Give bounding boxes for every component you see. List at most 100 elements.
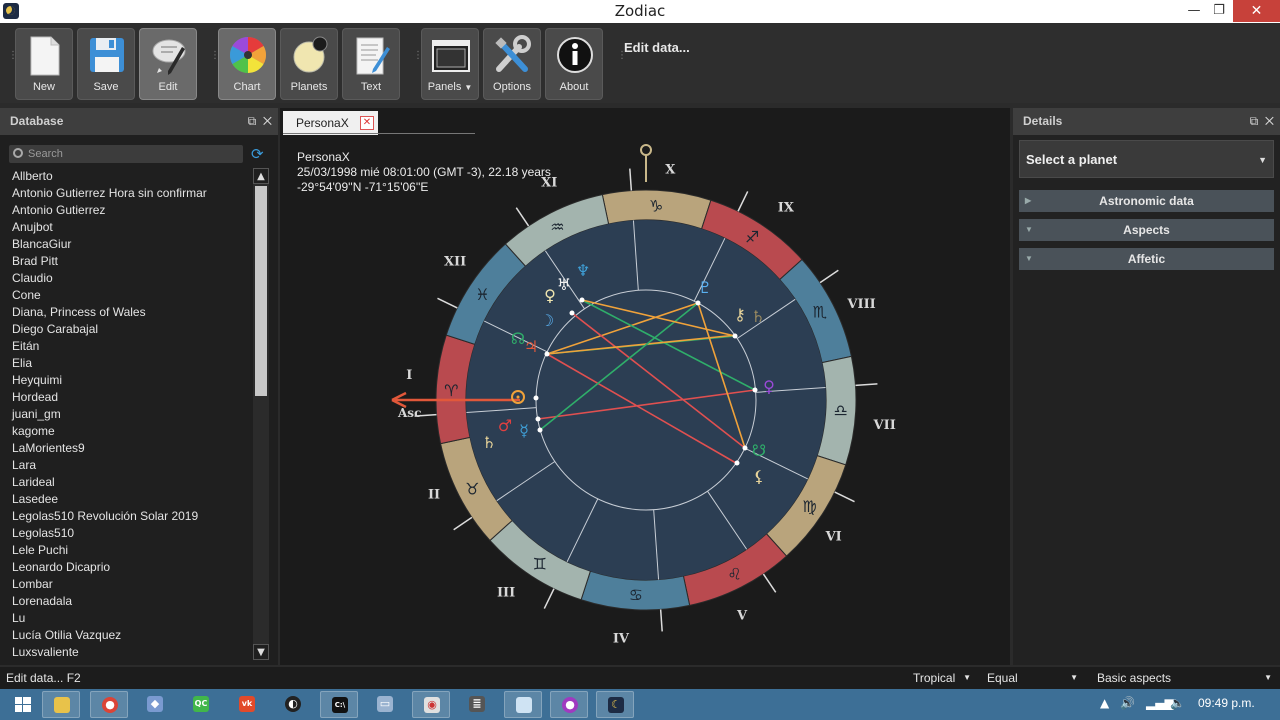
scrollbar-thumb[interactable] [255,186,267,396]
list-item[interactable]: kagome [0,423,252,440]
zodiac-type-select[interactable]: Tropical ▼ [905,667,977,689]
collapse-arrow-icon: ▼ [1025,254,1033,263]
diamond-app-icon: ◆ [147,696,163,712]
taskbar-notepad[interactable] [504,691,542,718]
mercury-icon: ☿ [519,421,529,440]
list-item[interactable]: Claudio [0,270,252,287]
list-item[interactable]: Diego Carabajal [0,321,252,338]
taskbar-app-diamond[interactable]: ◆ [136,691,174,718]
list-item[interactable]: BlancaGiur [0,236,252,253]
section-aspects[interactable]: ▼ Aspects [1019,219,1274,241]
pallas-icon: ♀ [763,377,775,396]
list-item[interactable]: Eitán [0,338,252,355]
section-astronomic-data[interactable]: ▶ Astronomic data [1019,190,1274,212]
scroll-up-arrow-icon[interactable]: ▲ [253,168,269,184]
moon-icon: ☽ [540,311,554,330]
list-item[interactable]: Lara [0,457,252,474]
taskbar-vk[interactable]: vk [228,691,266,718]
list-item[interactable]: Legolas510 Revolución Solar 2019 [0,508,252,525]
collapse-arrow-icon: ▼ [1025,225,1033,234]
planet-point [569,310,575,316]
panels-button[interactable]: Panels ▼ [421,28,479,100]
planet-select-dropdown[interactable]: Select a planet ▼ [1019,140,1274,178]
refresh-icon[interactable]: ⟳ [251,146,267,162]
taskbar-clock[interactable]: 09:49 p.m. [1198,696,1255,710]
about-button[interactable]: About [545,28,603,100]
list-item[interactable]: Elia [0,355,252,372]
taskbar-console[interactable]: C:\ [320,691,358,718]
new-button[interactable]: New [15,28,73,100]
list-item[interactable]: Lasedee [0,491,252,508]
list-item[interactable]: Diana, Princess of Wales [0,304,252,321]
taskbar-database[interactable]: ≣ [458,691,496,718]
planets-button[interactable]: Planets [280,28,338,100]
section-affetic[interactable]: ▼ Affetic [1019,248,1274,270]
house-system-select[interactable]: Equal ▼ [979,667,1084,689]
taskbar-app-ball[interactable]: ◐ [274,691,312,718]
float-panel-icon[interactable]: ⧉ [248,114,257,128]
options-button[interactable]: Options [483,28,541,100]
close-button[interactable]: ✕ [1233,0,1280,22]
zodiac-sign-icon: ♉ [465,480,479,499]
taskbar-app-purple[interactable]: ● [550,691,588,718]
list-item[interactable]: LaMorientes9 [0,440,252,457]
list-item[interactable]: Lombar [0,576,252,593]
list-item[interactable]: Lorenadala [0,593,252,610]
taskbar-zodiac[interactable]: ☾ [596,691,634,718]
toolbar-grip[interactable]: ⋮ [8,51,18,73]
list-item[interactable]: Antonio Gutierrez [0,202,252,219]
taskbar-app-zodiac-edit[interactable]: ◉ [412,691,450,718]
list-item[interactable]: Allberto [0,168,252,185]
list-item[interactable]: Lele Puchi [0,542,252,559]
status-text: Edit data... F2 [6,671,81,685]
panels-window-icon [432,40,470,72]
zodiac-sign-icon: ♑ [649,196,663,215]
zodiac-sign-icon: ♓ [475,285,489,304]
taskbar-remote[interactable]: ▭ [366,691,404,718]
taskbar-chrome[interactable]: ● [90,691,128,718]
list-item[interactable]: Luxsvaliente [0,644,252,661]
edit-button[interactable]: Edit [139,28,197,100]
toolbar-grip[interactable]: ⋮ [413,51,423,73]
chart-button[interactable]: Chart [218,28,276,100]
house-cusp-tick [515,207,530,227]
close-panel-icon[interactable]: ✕ [1265,114,1274,128]
list-item[interactable]: Cone [0,287,252,304]
list-item[interactable]: Anujbot [0,219,252,236]
house-number-label: XII [444,254,466,269]
list-item[interactable]: Antonio Gutierrez Hora sin confirmar [0,185,252,202]
start-button[interactable] [4,691,42,718]
maximize-button[interactable]: ❐ [1203,0,1235,22]
taskbar-qt-creator[interactable]: QC [182,691,220,718]
show-hidden-icons-icon[interactable]: ▲ [1100,696,1109,710]
volume-icon[interactable]: 🔈 [1170,696,1185,710]
speaker-icon[interactable]: 🔊 [1120,696,1135,710]
list-item[interactable]: Legolas510 [0,525,252,542]
database-scrollbar[interactable]: ▲ ▼ [253,168,269,660]
planet-point [742,445,748,451]
aspects-select[interactable]: Basic aspects ▼ [1089,667,1278,689]
list-item[interactable]: Hordead [0,389,252,406]
house-cusp-tick [543,588,555,609]
float-panel-icon[interactable]: ⧉ [1250,114,1259,128]
taskbar-explorer[interactable] [42,691,80,718]
text-button[interactable]: Text [342,28,400,100]
save-button[interactable]: Save [77,28,135,100]
zodiac-app-icon: ☾ [608,697,624,713]
database-icon: ≣ [469,696,485,712]
scroll-down-arrow-icon[interactable]: ▼ [253,644,269,660]
list-item[interactable]: Leonardo Dicaprio [0,559,252,576]
list-item[interactable]: Lu [0,610,252,627]
list-item[interactable]: Brad Pitt [0,253,252,270]
list-item[interactable]: juani_gm [0,406,252,423]
house-number-label: III [497,586,515,601]
list-item[interactable]: Lucía Otilia Vazquez [0,627,252,644]
toolbar-grip[interactable]: ⋮ [617,51,627,73]
close-panel-icon[interactable]: ✕ [263,114,272,128]
south-node-icon: ☋ [752,441,766,460]
list-item[interactable]: Heyquimi [0,372,252,389]
planet-select-value: Select a planet [1026,152,1118,167]
search-input[interactable]: Search [9,145,243,163]
list-item[interactable]: Larideal [0,474,252,491]
toolbar-grip[interactable]: ⋮ [210,51,220,73]
